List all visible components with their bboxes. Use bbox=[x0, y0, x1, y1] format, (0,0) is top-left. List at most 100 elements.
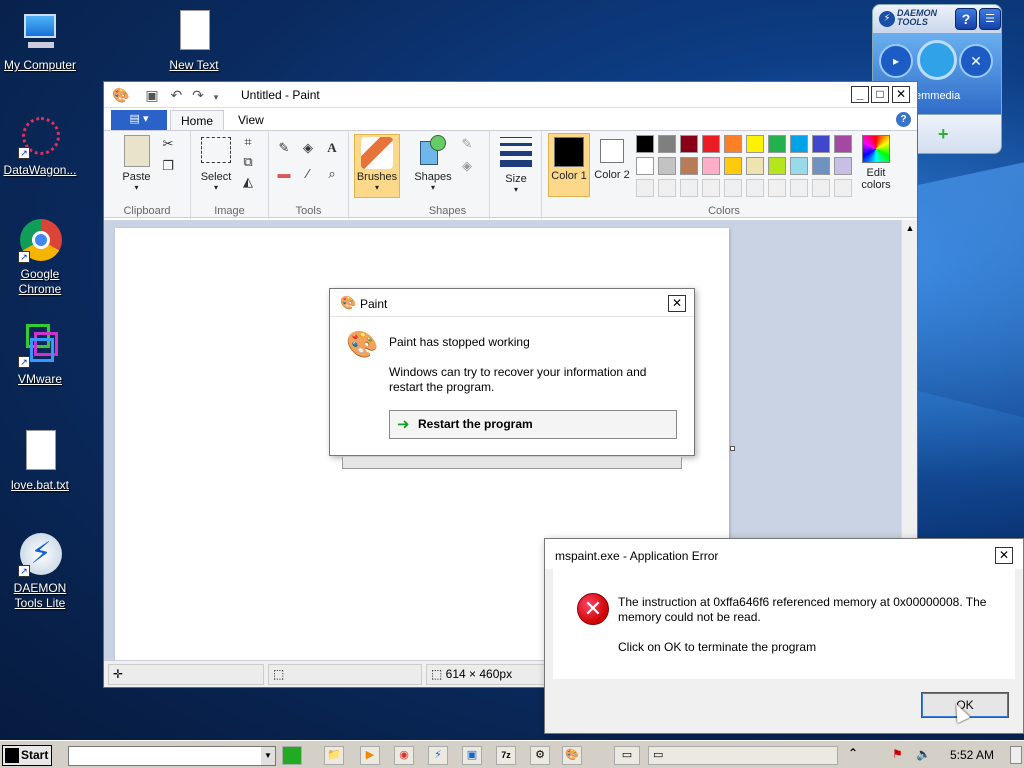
daemon-help-button[interactable]: ? bbox=[955, 8, 977, 30]
color-swatch[interactable] bbox=[768, 135, 786, 153]
eraser-icon[interactable]: ▬ bbox=[275, 165, 293, 183]
redo-icon[interactable]: ↷ bbox=[192, 87, 204, 103]
minimize-button[interactable]: _ bbox=[851, 86, 869, 103]
color-swatch[interactable] bbox=[790, 157, 808, 175]
color2-button[interactable]: Color 2 bbox=[592, 133, 632, 181]
color-swatch[interactable] bbox=[790, 135, 808, 153]
start-button[interactable]: Start bbox=[2, 745, 52, 766]
brushes-button[interactable]: Brushes ▾ bbox=[354, 134, 400, 198]
color-swatch[interactable] bbox=[746, 157, 764, 175]
colors-group: Color 1 Color 2 Edit colors Colors bbox=[542, 131, 906, 219]
desktop-icon-my-computer[interactable]: My Computer bbox=[0, 10, 80, 73]
taskbar-window-button[interactable]: ▭ bbox=[648, 746, 838, 765]
color-swatch[interactable] bbox=[702, 157, 720, 175]
color-swatch[interactable] bbox=[680, 157, 698, 175]
daemon-play-icon[interactable]: ▸ bbox=[879, 44, 913, 78]
desktop-icon-datawagon[interactable]: ↗ DataWagon... bbox=[0, 115, 80, 178]
desktop-icon-love-bat[interactable]: love.bat.txt bbox=[0, 430, 80, 493]
taskbar-clock[interactable]: 5:52 AM bbox=[950, 748, 994, 762]
daemon-tools-icon[interactable]: ✕ bbox=[959, 44, 993, 78]
vmware-taskbar-icon[interactable]: ▣ bbox=[462, 746, 482, 765]
save-icon[interactable]: ▣ bbox=[145, 87, 158, 103]
color-picker-icon[interactable]: ⁄ bbox=[299, 165, 317, 183]
select-button[interactable]: Select ▾ bbox=[195, 135, 237, 192]
crop-icon[interactable]: ⌗ bbox=[239, 133, 257, 151]
color-swatch[interactable] bbox=[658, 157, 676, 175]
color-swatch[interactable] bbox=[768, 157, 786, 175]
custom-color-slot[interactable] bbox=[702, 179, 720, 197]
chrome-taskbar-icon[interactable]: ◉ bbox=[394, 746, 414, 765]
desktop-icon-google-chrome[interactable]: ↗ Google Chrome bbox=[0, 219, 80, 297]
shapes-button[interactable]: Shapes ▾ bbox=[410, 135, 456, 192]
customize-dropdown-icon[interactable]: ▾ bbox=[214, 92, 219, 102]
rotate-icon[interactable]: ◭ bbox=[239, 173, 257, 191]
color-swatch[interactable] bbox=[834, 135, 852, 153]
explorer-icon[interactable]: 📁 bbox=[324, 746, 344, 765]
tray-chevron-icon[interactable]: ⌃ bbox=[848, 746, 858, 760]
daemon-taskbar-icon[interactable]: ⚡ bbox=[428, 746, 448, 765]
custom-color-slot[interactable] bbox=[724, 179, 742, 197]
color-swatch[interactable] bbox=[812, 157, 830, 175]
color-swatch[interactable] bbox=[702, 135, 720, 153]
undo-icon[interactable]: ↶ bbox=[170, 87, 182, 103]
tray-speaker-icon[interactable]: 🔈 bbox=[916, 747, 931, 761]
restart-program-button[interactable]: ➜ Restart the program bbox=[389, 410, 677, 439]
cut-icon[interactable]: ✂ bbox=[159, 135, 177, 153]
tab-view[interactable]: View bbox=[228, 110, 274, 131]
taskbar-address-input[interactable]: ▼ bbox=[68, 746, 276, 766]
resize-icon[interactable]: ⧉ bbox=[239, 153, 257, 171]
pencil-icon[interactable]: ✎ bbox=[275, 139, 293, 157]
magnifier-icon[interactable]: ⌕ bbox=[323, 165, 341, 183]
maximize-button[interactable]: □ bbox=[871, 86, 889, 103]
desktop-icon-daemon-tools[interactable]: ⚡ ↗ DAEMON Tools Lite bbox=[0, 533, 80, 611]
media-player-icon[interactable]: ▶ bbox=[360, 746, 380, 765]
custom-color-slot[interactable] bbox=[768, 179, 786, 197]
help-icon[interactable]: ? bbox=[896, 112, 911, 127]
custom-color-slot[interactable] bbox=[790, 179, 808, 197]
daemon-rss-button[interactable]: ☰ bbox=[979, 8, 1001, 30]
show-desktop-button[interactable] bbox=[1010, 746, 1022, 764]
paste-button[interactable]: Paste ▾ bbox=[114, 135, 159, 192]
color-swatch[interactable] bbox=[636, 157, 654, 175]
app-taskbar-icon[interactable]: ⚙ bbox=[530, 746, 550, 765]
color-swatch[interactable] bbox=[680, 135, 698, 153]
custom-color-slot[interactable] bbox=[812, 179, 830, 197]
chevron-down-icon[interactable]: ▼ bbox=[261, 747, 275, 765]
fill-shape-icon[interactable]: ◈ bbox=[458, 157, 476, 175]
color-swatch[interactable] bbox=[658, 135, 676, 153]
custom-color-slot[interactable] bbox=[680, 179, 698, 197]
custom-color-slot[interactable] bbox=[658, 179, 676, 197]
desktop-icon-vmware[interactable]: ↗ VMware bbox=[0, 324, 80, 387]
color-swatch[interactable] bbox=[724, 135, 742, 153]
tray-alert-icon[interactable]: ⚑ bbox=[892, 747, 903, 761]
fill-icon[interactable]: ◈ bbox=[299, 139, 317, 157]
close-button[interactable]: ✕ bbox=[892, 86, 910, 103]
scroll-up-icon[interactable]: ▲ bbox=[902, 220, 918, 236]
color-swatch[interactable] bbox=[812, 135, 830, 153]
taskbar-window-button[interactable]: ▭ bbox=[614, 746, 640, 765]
custom-color-slot[interactable] bbox=[834, 179, 852, 197]
crash-dialog-close-button[interactable]: ✕ bbox=[668, 295, 686, 312]
text-icon[interactable]: A bbox=[323, 139, 341, 157]
color1-button[interactable]: Color 1 bbox=[548, 133, 590, 197]
custom-color-slot[interactable] bbox=[746, 179, 764, 197]
copy-icon[interactable]: ❐ bbox=[159, 157, 177, 175]
color-swatch[interactable] bbox=[636, 135, 654, 153]
size-button[interactable]: Size ▾ bbox=[494, 135, 538, 194]
desktop-icon-new-text[interactable]: New Text bbox=[154, 10, 234, 73]
daemon-disc-icon[interactable] bbox=[917, 40, 957, 80]
add-icon[interactable]: + bbox=[938, 124, 949, 145]
color-swatch[interactable] bbox=[724, 157, 742, 175]
edit-colors-button[interactable]: Edit colors bbox=[854, 135, 898, 191]
error-dialog-close-button[interactable]: ✕ bbox=[995, 547, 1013, 564]
tab-home[interactable]: Home bbox=[170, 110, 225, 131]
color-swatch[interactable] bbox=[834, 157, 852, 175]
color-swatch[interactable] bbox=[746, 135, 764, 153]
custom-color-slot[interactable] bbox=[636, 179, 654, 197]
paint-taskbar-icon[interactable]: 🎨 bbox=[562, 746, 582, 765]
show-desktop-icon[interactable] bbox=[282, 746, 302, 765]
file-menu-button[interactable]: ▤ ▾ bbox=[111, 110, 167, 130]
outline-icon[interactable]: ✎ bbox=[458, 135, 476, 153]
resize-handle[interactable] bbox=[730, 446, 735, 451]
7zip-taskbar-icon[interactable]: 7z bbox=[496, 746, 516, 765]
